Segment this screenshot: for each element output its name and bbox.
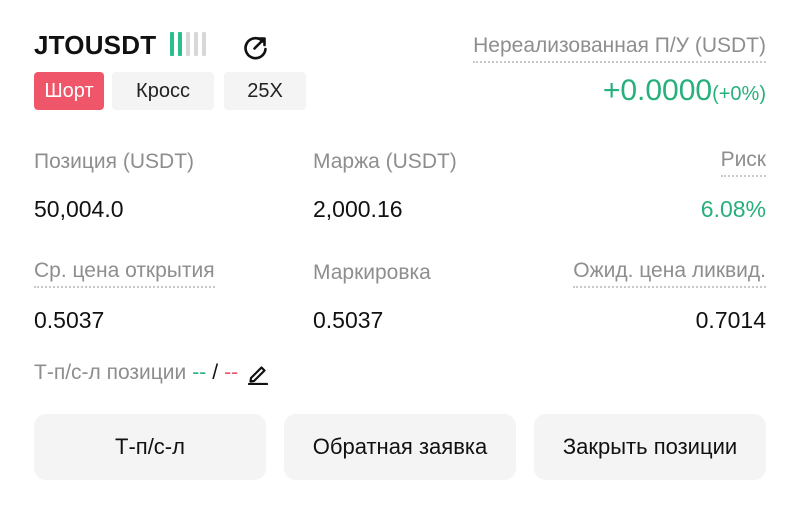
tp-value: -- bbox=[192, 361, 207, 384]
symbol-title[interactable]: JTOUSDT bbox=[34, 30, 156, 61]
close-position-button[interactable]: Закрыть позиции bbox=[534, 414, 766, 480]
margin-value: 2,000.16 bbox=[313, 196, 403, 222]
leverage-bars-indicator bbox=[170, 32, 206, 56]
est-liq-price-label[interactable]: Ожид. цена ликвид. bbox=[573, 259, 766, 288]
tpsl-separator: / bbox=[212, 361, 219, 384]
position-value: 50,004.0 bbox=[34, 196, 124, 222]
avg-open-price-label[interactable]: Ср. цена открытия bbox=[34, 259, 215, 288]
leverage-badge: 25X bbox=[224, 72, 306, 110]
mark-price-value: 0.5037 bbox=[313, 307, 384, 333]
unrealized-pnl-label[interactable]: Нереализованная П/У (USDT) bbox=[473, 34, 766, 63]
reverse-order-button[interactable]: Обратная заявка bbox=[284, 414, 516, 480]
tpsl-label: Т-п/с-л позиции bbox=[34, 361, 187, 384]
tpsl-button[interactable]: Т-п/с-л bbox=[34, 414, 266, 480]
pencil-icon[interactable] bbox=[246, 361, 270, 386]
leverage-bar bbox=[186, 32, 190, 56]
sl-value: -- bbox=[224, 361, 239, 384]
leverage-bar bbox=[202, 32, 206, 56]
pnl-percent: (+0%) bbox=[712, 83, 766, 105]
avg-open-price-value: 0.5037 bbox=[34, 307, 105, 333]
unrealized-pnl-value: +0.0000(+0%) bbox=[603, 74, 766, 108]
pnl-amount: +0.0000 bbox=[602, 74, 713, 107]
side-badge-short: Шорт bbox=[34, 72, 104, 110]
margin-mode-badge: Кросс bbox=[112, 72, 214, 110]
est-liq-price-value: 0.7014 bbox=[695, 307, 766, 333]
mark-price-label: Маркировка bbox=[313, 261, 431, 284]
position-label: Позиция (USDT) bbox=[34, 150, 195, 173]
leverage-bar bbox=[170, 32, 174, 56]
leverage-bar bbox=[178, 32, 182, 56]
share-icon[interactable] bbox=[242, 33, 270, 61]
margin-label: Маржа (USDT) bbox=[313, 150, 457, 173]
risk-value: 6.08% bbox=[700, 196, 766, 222]
position-tpsl-row: Т-п/с-л позиции -- / -- bbox=[34, 361, 270, 386]
risk-label[interactable]: Риск bbox=[720, 148, 766, 177]
leverage-bar bbox=[194, 32, 198, 56]
